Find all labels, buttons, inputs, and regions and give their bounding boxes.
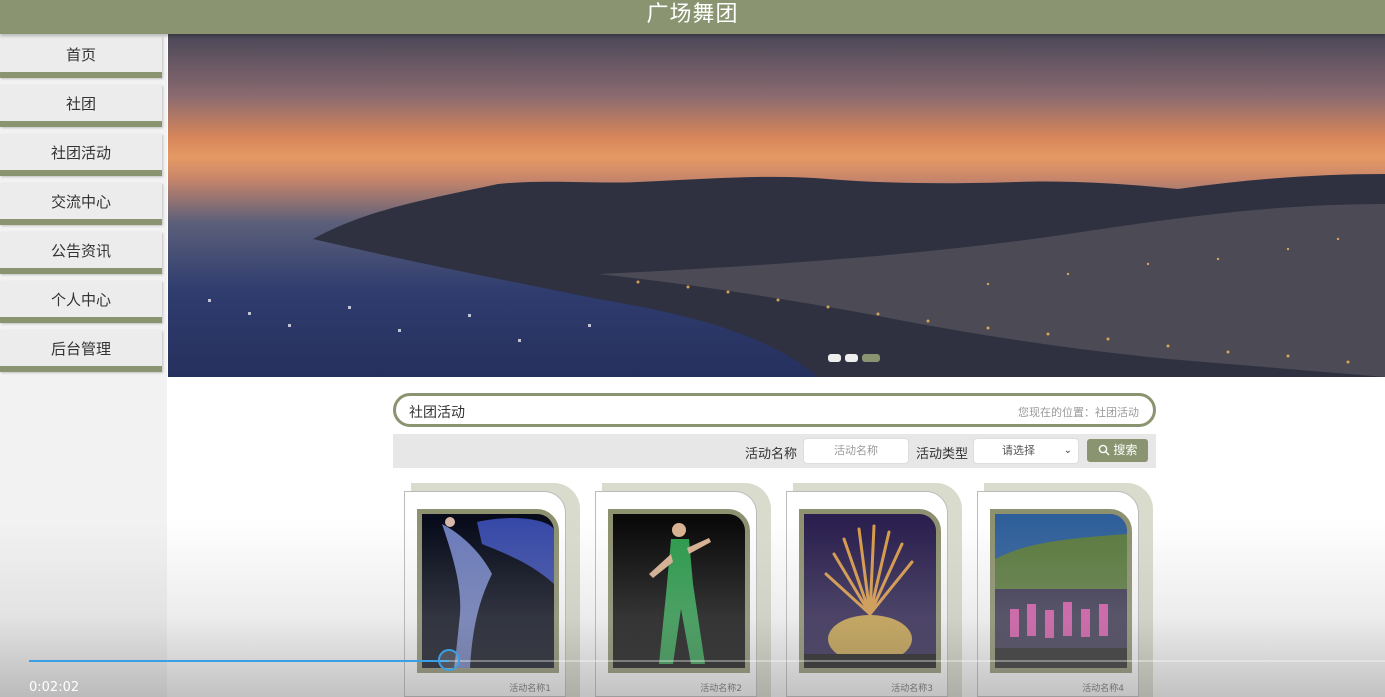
activity-card[interactable]: 活动名称3 xyxy=(786,483,962,697)
activity-image xyxy=(799,509,941,673)
video-elapsed-time: 0:02:02 xyxy=(29,680,80,695)
activity-card-name: 活动名称2 xyxy=(700,684,742,694)
search-button-label: 搜索 xyxy=(1113,443,1138,457)
card-front: 活动名称4 xyxy=(977,491,1139,697)
card-front: 活动名称2 xyxy=(595,491,757,697)
sidebar-item-club-activities[interactable]: 社团活动 xyxy=(0,134,162,176)
sidebar-item-personal-center[interactable]: 个人中心 xyxy=(0,281,162,323)
card-front: 活动名称3 xyxy=(786,491,948,697)
activity-photo xyxy=(613,514,745,668)
chevron-down-icon: ⌄ xyxy=(1063,445,1072,456)
sidebar-item-club[interactable]: 社团 xyxy=(0,85,162,127)
activity-card-name: 活动名称1 xyxy=(509,684,551,694)
carousel-dot[interactable] xyxy=(828,354,841,362)
activity-card-name: 活动名称3 xyxy=(891,684,933,694)
activity-image xyxy=(608,509,750,673)
sidebar-item-announcements[interactable]: 公告资讯 xyxy=(0,232,162,274)
sidebar-item-exchange-center[interactable]: 交流中心 xyxy=(0,183,162,225)
section-header: 社团活动 您现在的位置：社团活动 xyxy=(393,393,1156,427)
activity-type-label: 活动类型 xyxy=(916,447,969,462)
activity-type-selected: 请选择 xyxy=(1002,444,1035,457)
carousel-dot[interactable] xyxy=(845,354,858,362)
filter-bar: 活动名称 活动名称 活动类型 请选择 ⌄ 搜索 xyxy=(393,434,1156,468)
activity-image xyxy=(417,509,559,673)
search-icon xyxy=(1098,444,1110,456)
search-button[interactable]: 搜索 xyxy=(1087,439,1148,462)
activity-photo xyxy=(995,514,1127,668)
banner-carousel[interactable] xyxy=(168,34,1385,377)
video-progress-handle[interactable] xyxy=(438,649,460,671)
sidebar-nav: 首页 社团 社团活动 交流中心 公告资讯 个人中心 后台管理 xyxy=(0,34,167,697)
site-title: 广场舞团 xyxy=(646,2,739,27)
top-header: 广场舞团 xyxy=(0,0,1385,34)
breadcrumb: 您现在的位置：社团活动 xyxy=(1018,406,1139,419)
card-front: 活动名称1 xyxy=(404,491,566,697)
section-title: 社团活动 xyxy=(409,405,465,421)
sidebar-item-home[interactable]: 首页 xyxy=(0,36,162,78)
activity-photo xyxy=(804,514,936,668)
activity-card[interactable]: 活动名称4 xyxy=(977,483,1153,697)
carousel-dot-active[interactable] xyxy=(862,354,880,362)
activity-photo xyxy=(422,514,554,668)
sidebar-item-admin[interactable]: 后台管理 xyxy=(0,330,162,372)
activity-image xyxy=(990,509,1132,673)
video-progress-fill xyxy=(29,660,449,662)
activity-type-select[interactable]: 请选择 ⌄ xyxy=(973,438,1079,464)
activity-card[interactable]: 活动名称1 xyxy=(404,483,580,697)
carousel-dots xyxy=(828,354,880,362)
activity-card-name: 活动名称4 xyxy=(1082,684,1124,694)
activity-card[interactable]: 活动名称2 xyxy=(595,483,771,697)
activity-name-label: 活动名称 xyxy=(745,447,798,462)
banner-image xyxy=(208,174,1385,377)
video-progress-bar[interactable] xyxy=(29,649,1385,671)
activity-name-input[interactable]: 活动名称 xyxy=(803,438,909,464)
